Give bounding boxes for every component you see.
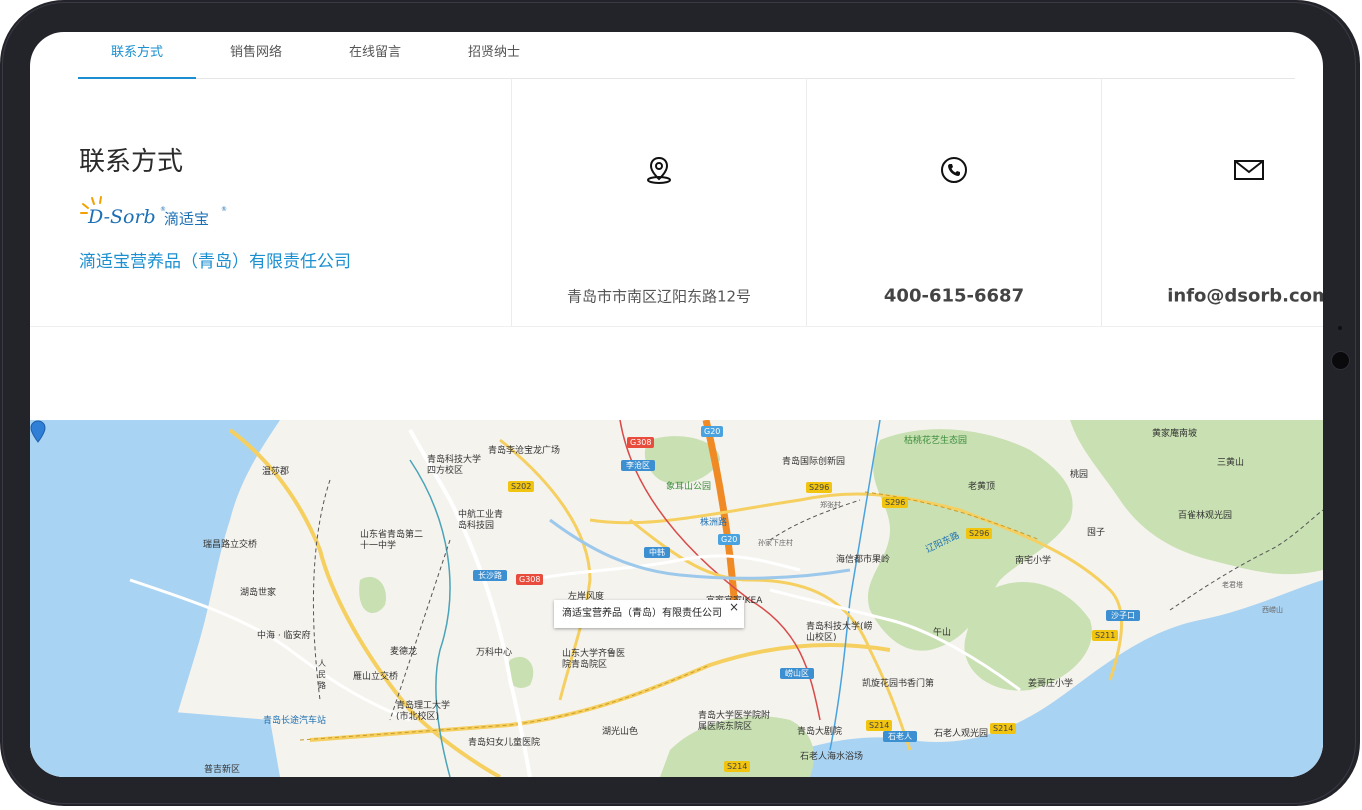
map-label: 桃园 <box>1070 470 1089 480</box>
address-text: 青岛市市南区辽阳东路12号 <box>566 287 752 306</box>
map-label: 株洲路 <box>700 518 728 528</box>
map-label: 石老人观光园 <box>934 729 989 739</box>
tab-careers[interactable]: 招贤纳士 <box>435 32 553 78</box>
divider <box>30 326 1323 327</box>
map-label: 枯桃花艺生态园 <box>904 436 968 446</box>
map-label: 青岛长途汽车站 <box>263 716 327 726</box>
map-label: 象耳山公园 <box>666 482 712 492</box>
map-label: 老黄顶 <box>968 482 996 492</box>
map-label: 湖岛世家 <box>240 588 277 598</box>
road-shield: G308 <box>516 574 544 585</box>
email-block: info@dsorb.com <box>1102 78 1323 326</box>
front-camera <box>1331 351 1350 370</box>
map-label: 青岛科技大学四方校区 <box>427 455 482 476</box>
map-label: 海信都市果岭 <box>836 555 891 565</box>
map-label: 麦德龙 <box>390 647 418 657</box>
company-name: 滴适宝营养品（青岛）有限责任公司 <box>79 252 351 272</box>
map-label: 人民路 <box>318 659 326 690</box>
tab-contact[interactable]: 联系方式 <box>78 32 196 79</box>
map-label: 崂山区 <box>780 668 814 679</box>
road-shield: S202 <box>508 481 535 492</box>
svg-text:®: ® <box>221 206 227 213</box>
svg-text:滴适宝: 滴适宝 <box>164 210 209 228</box>
map-label: 南宅小学 <box>1015 556 1052 566</box>
map-label: 黄家庵南坡 <box>1152 429 1198 439</box>
map-label: 李沧区 <box>621 460 655 471</box>
dsorb-logo: D-Sorb 滴适宝 ® ® <box>80 196 227 228</box>
map[interactable]: G308 G20 S202 G308 S296 S296 S296 S211 S… <box>30 420 1323 777</box>
tab-bar: 联系方式 销售网络 在线留言 招贤纳士 <box>78 32 1295 79</box>
map-label: 湖光山色 <box>602 727 639 737</box>
svg-text:®: ® <box>160 206 166 213</box>
map-label: 西崂山 <box>1262 606 1283 614</box>
map-label: 山东省青岛第二十一中学 <box>360 530 424 551</box>
map-label: 中韩 <box>644 547 670 558</box>
map-label: 青岛国际创新园 <box>782 457 846 467</box>
road-shield: S296 <box>806 482 833 493</box>
road-shield: G20 <box>718 534 741 545</box>
tab-sales-network[interactable]: 销售网络 <box>197 32 315 78</box>
map-label: 午山 <box>933 628 952 638</box>
map-label: 雁山立交桥 <box>353 672 399 682</box>
map-label: 普吉新区 <box>204 765 241 775</box>
road-shield: S214 <box>724 761 751 772</box>
road-shield: S214 <box>866 720 893 731</box>
map-label: 青岛理工大学(市北校区) <box>396 701 451 722</box>
map-label: 三黄山 <box>1217 458 1245 468</box>
email-text[interactable]: info@dsorb.com <box>1102 286 1323 307</box>
map-label: 老君塔 <box>1222 581 1243 589</box>
map-label: 青岛科技大学(崂山校区) <box>806 622 873 643</box>
map-marker-icon[interactable] <box>30 420 46 444</box>
road-shield: G308 <box>627 437 655 448</box>
phone-block: 400-615-6687 <box>807 78 1101 326</box>
map-label: 姜哥庄小学 <box>1028 679 1074 689</box>
map-label: 郑张村 <box>820 501 841 509</box>
road-shield: S296 <box>882 497 909 508</box>
screen: 联系方式 销售网络 在线留言 招贤纳士 联系方式 D-Sorb 滴适宝 ® ® … <box>30 32 1323 777</box>
map-label: 百雀林观光园 <box>1178 511 1233 521</box>
map-label: 囤子 <box>1087 528 1106 538</box>
map-popup: 滴适宝营养品（青岛）有限责任公司 × <box>554 600 744 628</box>
map-label: 山东大学齐鲁医院青岛院区 <box>562 649 626 670</box>
map-label: 石老人 <box>883 731 917 742</box>
map-label: 长沙路 <box>473 570 507 581</box>
map-label: 孙家下庄村 <box>758 539 793 547</box>
phone-text[interactable]: 400-615-6687 <box>807 286 1101 307</box>
map-canvas <box>30 420 1323 777</box>
mail-icon <box>1234 160 1264 180</box>
svg-text:D-Sorb: D-Sorb <box>87 206 156 228</box>
road-shield: S211 <box>1092 630 1119 641</box>
map-label: 青岛大剧院 <box>797 727 843 737</box>
close-icon[interactable]: × <box>729 593 739 621</box>
map-label: 万科中心 <box>476 648 513 658</box>
map-popup-text: 滴适宝营养品（青岛）有限责任公司 <box>562 608 722 619</box>
map-label: 凯旋花园书香门第 <box>862 679 935 689</box>
contact-title: 联系方式 <box>79 147 184 177</box>
sensor-dot <box>1338 326 1342 330</box>
road-shield: S296 <box>966 528 993 539</box>
map-label: 中海 · 临安府 <box>257 631 311 641</box>
map-label: 中航工业青岛科技园 <box>458 510 504 531</box>
location-pin-icon <box>647 156 671 184</box>
tab-message[interactable]: 在线留言 <box>316 32 434 78</box>
map-label: 温莎郡 <box>262 467 290 477</box>
road-shield: G20 <box>701 426 724 437</box>
map-label: 青岛大学医学院附属医院东院区 <box>698 711 771 732</box>
road-shield: S214 <box>990 723 1017 734</box>
map-label: 青岛妇女儿童医院 <box>468 738 541 748</box>
address-block: 青岛市市南区辽阳东路12号 <box>512 78 806 326</box>
map-label: 石老人海水浴场 <box>800 752 864 762</box>
map-label: 沙子口 <box>1106 610 1140 621</box>
map-label: 青岛李沧宝龙广场 <box>488 446 561 456</box>
map-label: 瑞昌路立交桥 <box>203 540 258 550</box>
phone-icon <box>941 157 967 183</box>
